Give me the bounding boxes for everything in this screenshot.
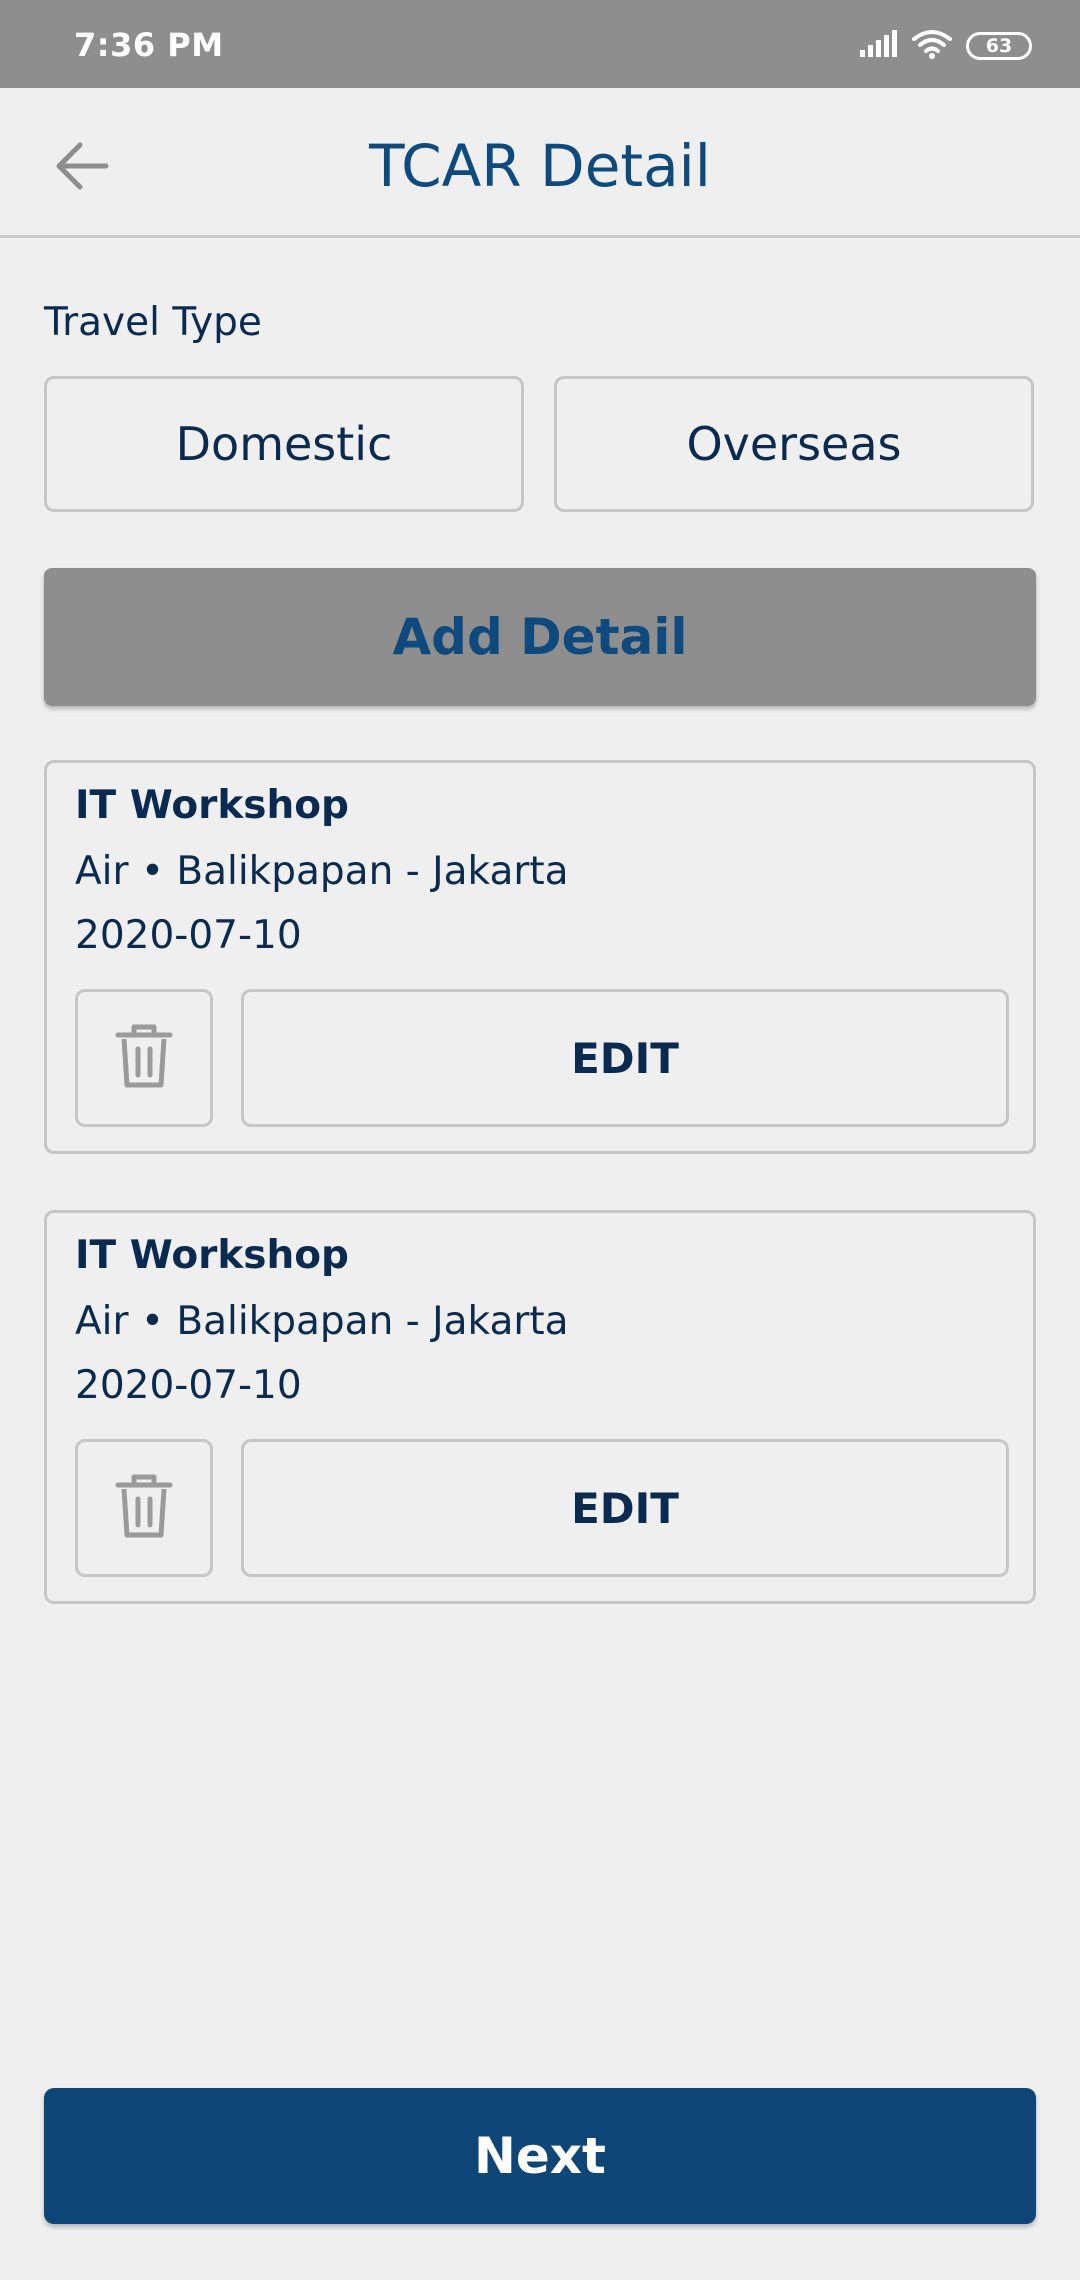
signal-icon: [858, 30, 898, 62]
page-title: TCAR Detail: [369, 132, 711, 200]
travel-type-domestic-button[interactable]: Domestic: [44, 376, 524, 512]
next-button[interactable]: Next: [44, 2088, 1036, 2224]
travel-type-label: Travel Type: [44, 300, 262, 345]
battery-icon: 63: [966, 32, 1032, 60]
trash-icon: [114, 1471, 174, 1545]
edit-button[interactable]: EDIT: [241, 989, 1009, 1127]
wifi-icon: [912, 29, 952, 63]
detail-date: 2020-07-10: [75, 1363, 302, 1408]
status-icons: 63: [858, 28, 1032, 64]
delete-button[interactable]: [75, 989, 213, 1127]
add-detail-button[interactable]: Add Detail: [44, 568, 1036, 706]
app-bar: TCAR Detail: [0, 88, 1080, 238]
delete-button[interactable]: [75, 1439, 213, 1577]
detail-date: 2020-07-10: [75, 913, 302, 958]
detail-title: IT Workshop: [75, 783, 349, 828]
detail-route: Air • Balikpapan - Jakarta: [75, 1299, 569, 1344]
trash-icon: [114, 1021, 174, 1095]
detail-route: Air • Balikpapan - Jakarta: [75, 849, 569, 894]
status-bar: 7:36 PM 63: [0, 0, 1080, 88]
detail-card: IT Workshop Air • Balikpapan - Jakarta 2…: [44, 1210, 1036, 1604]
detail-title: IT Workshop: [75, 1233, 349, 1278]
status-time: 7:36 PM: [74, 26, 224, 64]
travel-type-overseas-button[interactable]: Overseas: [554, 376, 1034, 512]
edit-button[interactable]: EDIT: [241, 1439, 1009, 1577]
detail-card: IT Workshop Air • Balikpapan - Jakarta 2…: [44, 760, 1036, 1154]
